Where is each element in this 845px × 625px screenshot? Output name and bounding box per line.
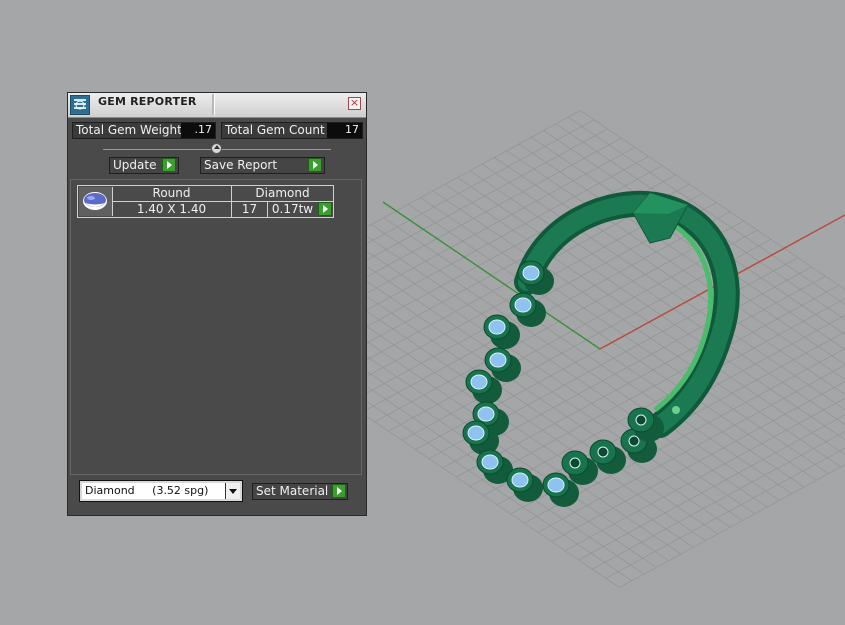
save-report-button[interactable]: Save Report <box>200 157 325 174</box>
gem-stone <box>569 457 581 469</box>
gem-stone <box>597 446 609 458</box>
titlebar-separator <box>212 94 215 115</box>
play-arrow-icon <box>332 484 346 498</box>
gem-reporter-panel: GEM REPORTER × Total Gem Weight .17 Tota… <box>67 92 367 516</box>
gem-stone <box>514 297 532 313</box>
material-select-value: Diamond (3.52 spg) <box>85 484 209 497</box>
total-weight-value: .17 <box>181 123 215 138</box>
set-material-button[interactable]: Set Material <box>252 483 348 500</box>
gem-list[interactable] <box>70 179 362 475</box>
gem-stone <box>477 406 495 422</box>
gem-stone <box>467 425 485 441</box>
play-arrow-icon <box>308 158 322 172</box>
chevron-down-icon[interactable] <box>225 483 240 499</box>
gem-stone <box>489 352 507 368</box>
gem-count: 17 <box>231 202 267 217</box>
gem-stone <box>635 414 647 426</box>
gem-stone <box>511 472 529 488</box>
update-button[interactable]: Update <box>109 157 179 174</box>
panel-title: GEM REPORTER <box>98 95 197 108</box>
gem-stone <box>470 374 488 390</box>
gem-table-row[interactable]: Round Diamond 1.40 X 1.40 17 0.17tw <box>77 185 334 218</box>
gem-size: 1.40 X 1.40 <box>136 202 207 216</box>
panel-titlebar[interactable]: GEM REPORTER × <box>68 93 366 118</box>
round-gem-icon <box>79 187 113 216</box>
gem-row-arrow-icon[interactable] <box>318 202 332 216</box>
play-arrow-icon <box>162 158 176 172</box>
slider-handle[interactable] <box>211 143 222 154</box>
gem-weight: 0.17tw <box>267 202 317 217</box>
gem-stone <box>628 435 640 447</box>
gem-stone <box>522 265 540 281</box>
save-report-button-label: Save Report <box>204 158 278 172</box>
gem-shape: Round <box>152 186 191 200</box>
gem-stone <box>488 319 506 335</box>
material-select[interactable]: Diamond (3.52 spg) <box>79 480 243 502</box>
close-icon[interactable]: × <box>348 97 361 110</box>
gem-stone <box>547 477 565 493</box>
gem-stone <box>481 454 499 470</box>
update-button-label: Update <box>113 158 157 172</box>
total-count-value: 17 <box>327 123 362 138</box>
set-material-label: Set Material <box>256 484 329 498</box>
gem-material: Diamond <box>231 186 333 201</box>
gem-reporter-icon <box>70 95 90 115</box>
